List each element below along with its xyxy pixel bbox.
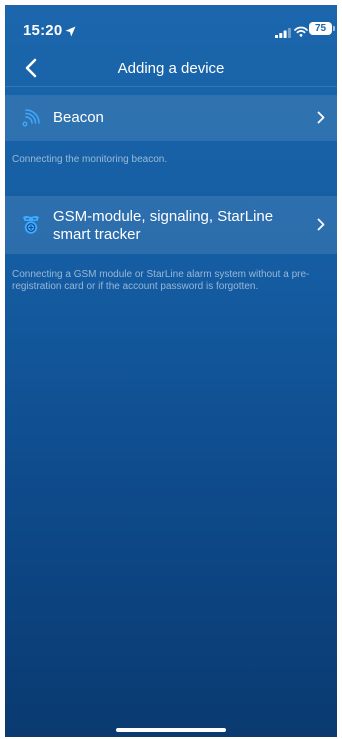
starline-alarm-icon [22,215,40,240]
cellular-signal-icon [275,25,291,43]
home-indicator[interactable] [116,728,226,732]
status-time: 15:20 [23,22,63,39]
chevron-right-icon [317,218,325,236]
option-description: Connecting a GSM module or StarLine alar… [12,269,310,292]
location-arrow-icon [65,24,76,42]
screen: 15:20 75 Adding a device Beacon Connecti… [5,5,337,737]
wifi-icon [294,24,308,42]
option-beacon[interactable]: Beacon [5,95,337,141]
battery-icon: 75 [309,22,332,35]
option-description: Connecting the monitoring beacon. [12,154,168,165]
option-label: Beacon [53,109,104,126]
battery-cap [333,26,335,31]
status-bar: 15:20 75 [5,5,337,49]
page-title: Adding a device [117,60,225,77]
beacon-signal-icon [22,109,40,132]
option-gsm-module[interactable]: GSM-module, signaling, StarLine smart tr… [5,196,337,254]
nav-bar: Adding a device [5,49,337,87]
option-label: GSM-module, signaling, StarLine smart tr… [53,208,274,243]
chevron-right-icon [317,111,325,129]
